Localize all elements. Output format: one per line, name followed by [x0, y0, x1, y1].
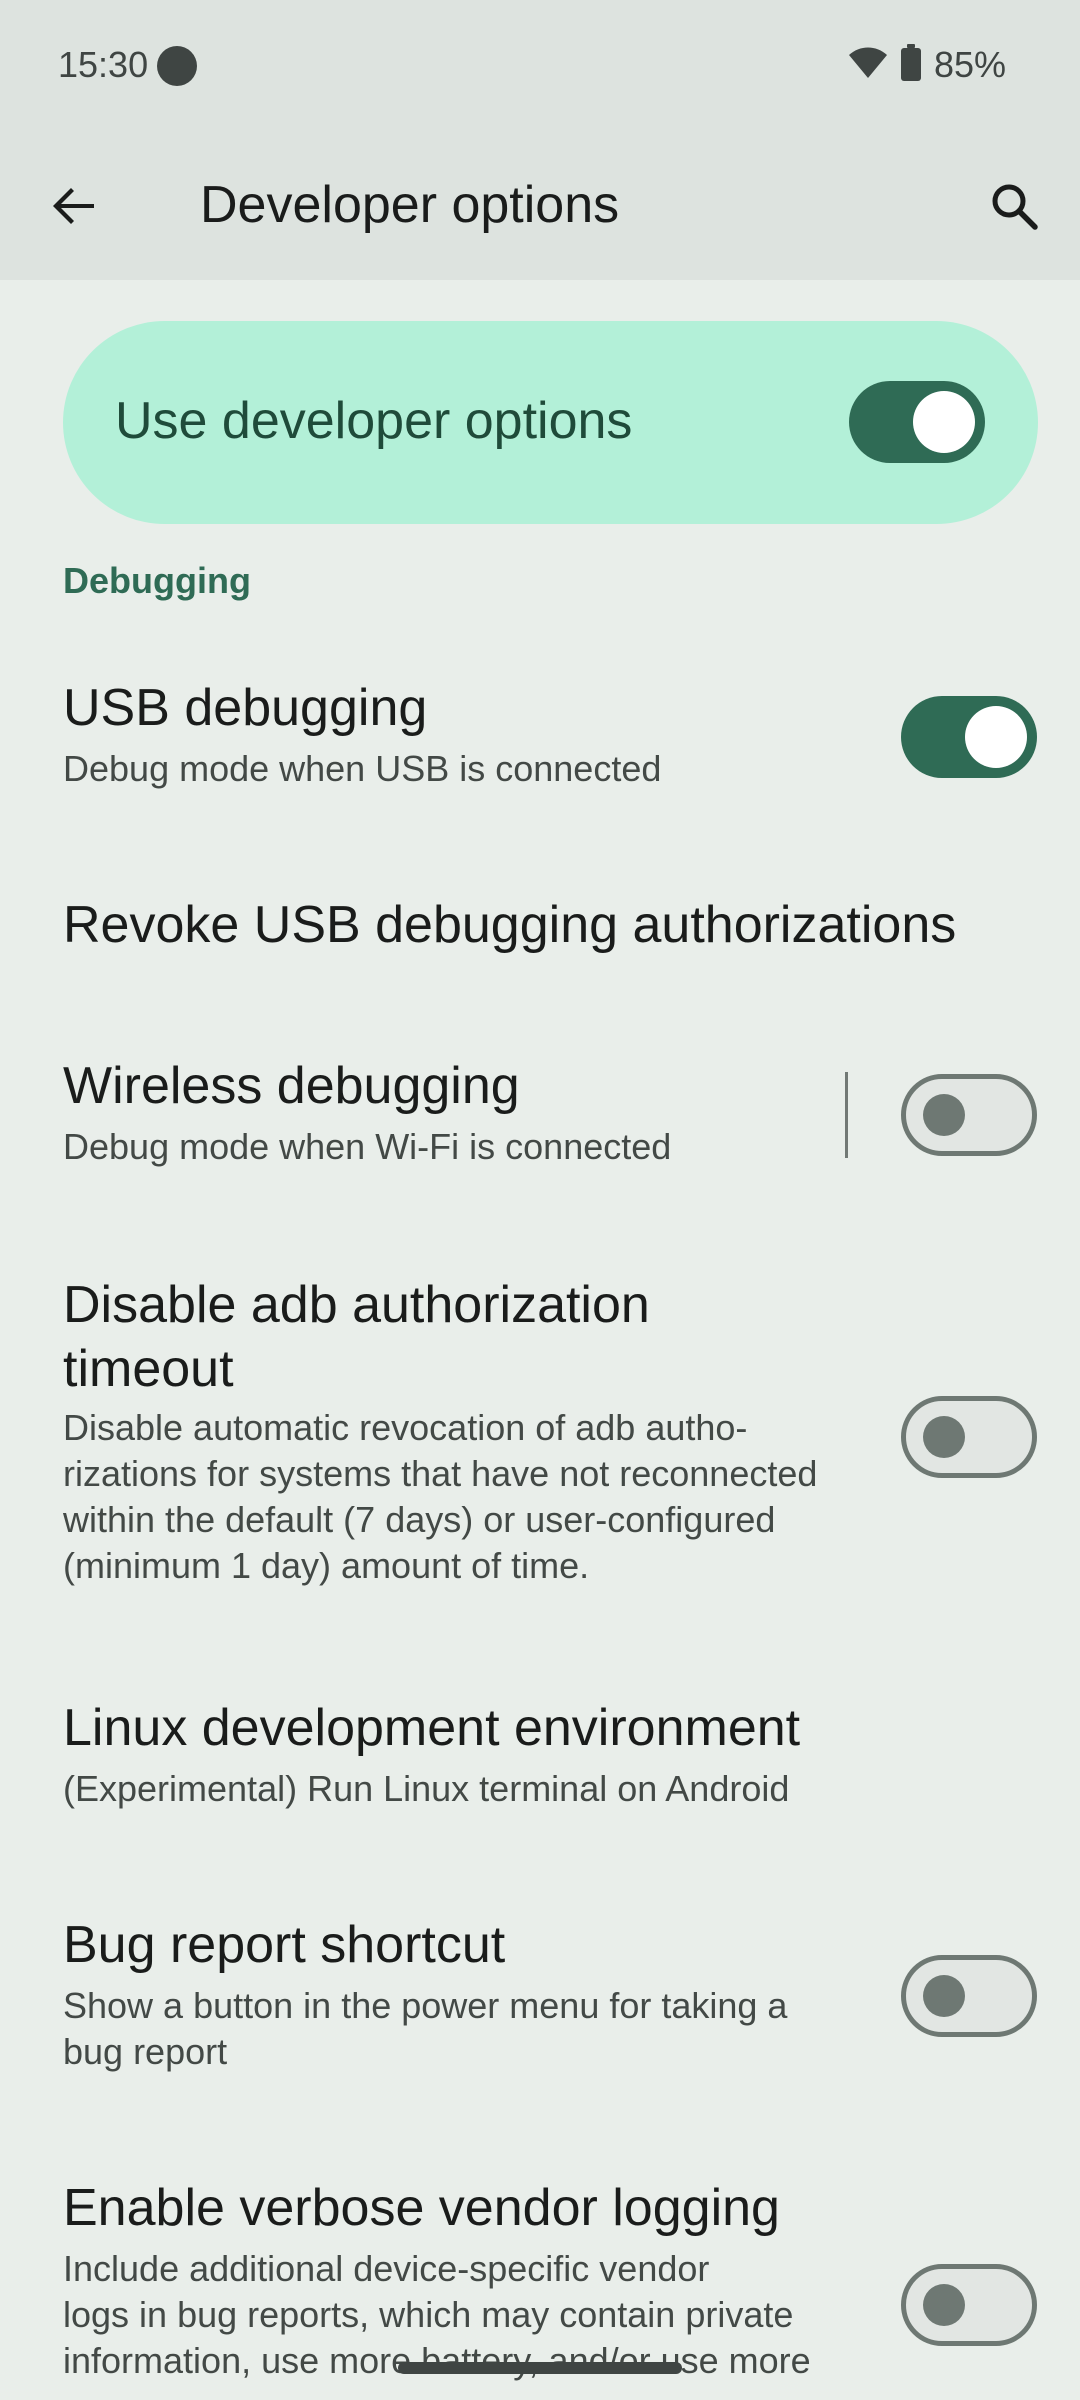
arrow-back-icon	[50, 182, 98, 235]
verbose-vendor-logging-switch[interactable]	[901, 2264, 1037, 2346]
main-switch-label: Use developer options	[115, 392, 633, 450]
notification-dot-icon	[157, 46, 197, 86]
pref-title-line: Disable adb authorization	[63, 1276, 650, 1334]
pref-disable-adb-timeout[interactable]: Disable adb authorization timeout Disabl…	[63, 1273, 817, 1589]
pref-wireless-debugging[interactable]: Wireless debugging Debug mode when Wi-Fi…	[63, 1054, 671, 1170]
switch-thumb	[923, 2284, 965, 2326]
status-time: 15:30	[58, 44, 149, 85]
summary-line: (minimum 1 day) amount of time.	[63, 1545, 590, 1586]
pref-title-line: timeout	[63, 1340, 234, 1398]
switch-thumb	[923, 1094, 965, 1136]
pref-title: Revoke USB debugging authorizations	[63, 896, 957, 954]
app-bar: Developer options	[0, 132, 1080, 280]
pref-summary: Debug mode when Wi-Fi is connected	[63, 1126, 672, 1167]
pref-title: Enable verbose vendor logging	[63, 2179, 780, 2237]
pref-summary: (Experimental) Run Linux terminal on And…	[63, 1768, 790, 1809]
pref-summary: Debug mode when USB is connected	[63, 748, 662, 789]
summary-line: Include additional device-specific vendo…	[63, 2248, 710, 2289]
summary-line: information, use more battery, and/or us…	[63, 2340, 811, 2381]
summary-line: bug report	[63, 2031, 228, 2072]
search-icon	[989, 181, 1039, 236]
switch-thumb	[923, 1416, 965, 1458]
summary-line: within the default (7 days) or user-conf…	[63, 1499, 776, 1540]
switch-thumb	[965, 706, 1027, 768]
disable-adb-timeout-switch[interactable]	[901, 1396, 1037, 1478]
pref-usb-debugging[interactable]: USB debugging Debug mode when USB is con…	[63, 676, 661, 792]
wifi-icon	[848, 46, 888, 85]
summary-line: rizations for systems that have not reco…	[63, 1453, 818, 1494]
section-header-debugging: Debugging	[63, 560, 251, 601]
summary-line: Disable automatic revocation of adb auth…	[63, 1407, 748, 1448]
back-button[interactable]	[36, 170, 112, 246]
summary-line: logs in bug reports, which may contain p…	[63, 2294, 794, 2335]
main-switch-toggle[interactable]	[849, 381, 985, 463]
pref-title: Linux development environment	[63, 1699, 801, 1757]
usb-debugging-switch[interactable]	[901, 696, 1037, 778]
main-switch-card[interactable]: Use developer options	[63, 321, 1038, 524]
status-icons: 85%	[848, 40, 1006, 90]
summary-line: Show a button in the power menu for taki…	[63, 1985, 788, 2026]
switch-thumb	[923, 1975, 965, 2017]
pref-bug-report-shortcut[interactable]: Bug report shortcut Show a button in the…	[63, 1913, 787, 2075]
pref-title: USB debugging	[63, 679, 428, 737]
search-button[interactable]	[974, 168, 1054, 248]
bug-report-shortcut-switch[interactable]	[901, 1955, 1037, 2037]
pref-verbose-vendor-logging[interactable]: Enable verbose vendor logging Include ad…	[63, 2176, 811, 2384]
battery-icon	[900, 43, 922, 87]
wireless-debugging-switch[interactable]	[901, 1074, 1037, 1156]
pref-title: Bug report shortcut	[63, 1916, 506, 1974]
switch-thumb	[913, 391, 975, 453]
gesture-nav-handle[interactable]	[398, 2362, 682, 2374]
pref-summary: Disable automatic revocation of adb auth…	[63, 1405, 817, 1589]
pref-linux-dev-env[interactable]: Linux development environment (Experimen…	[63, 1696, 800, 1812]
vertical-divider	[845, 1072, 848, 1158]
page-title: Developer options	[200, 176, 620, 234]
status-bar: 15:30 85%	[0, 0, 1080, 132]
pref-title: Wireless debugging	[63, 1057, 520, 1115]
battery-percentage: 85%	[933, 44, 1006, 85]
pref-revoke-usb-authorizations[interactable]: Revoke USB debugging authorizations	[63, 893, 956, 957]
pref-summary: Show a button in the power menu for taki…	[63, 1983, 787, 2075]
